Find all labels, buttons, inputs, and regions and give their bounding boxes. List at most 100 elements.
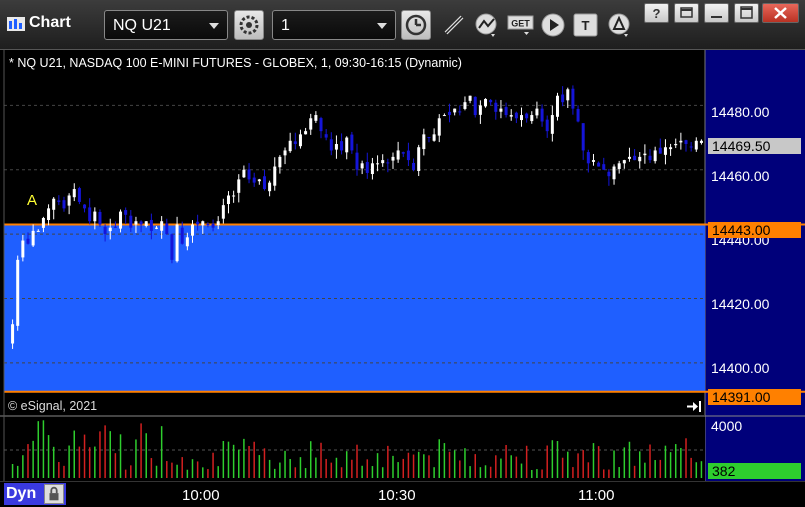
candle-body: [427, 136, 431, 138]
candle-body: [494, 102, 498, 112]
collapse-icon[interactable]: [685, 399, 703, 414]
candle-body: [627, 156, 631, 159]
candle-body: [52, 198, 56, 210]
candle-body: [370, 163, 374, 175]
candle-body: [262, 176, 266, 190]
candle-body: [412, 162, 416, 170]
candle-body: [406, 150, 410, 161]
candle-body: [221, 205, 225, 219]
candle-body: [185, 237, 189, 247]
candle-body: [643, 153, 647, 156]
candle-body: [535, 108, 539, 116]
candle-body: [607, 171, 611, 177]
symbol-value: NQ U21: [113, 17, 171, 34]
help-button[interactable]: ?: [644, 3, 669, 23]
range-band: [4, 224, 705, 392]
candle-body: [21, 240, 25, 258]
dynamic-mode-label: Dyn: [6, 485, 37, 502]
candle-body: [468, 95, 472, 101]
lower-level-tag[interactable]: 14391.00: [708, 389, 801, 405]
candle-body: [252, 177, 256, 183]
interval-selector[interactable]: 1: [272, 10, 396, 40]
draw-icon[interactable]: [440, 12, 468, 38]
svg-text:?: ?: [653, 6, 661, 21]
candle-body: [530, 115, 534, 122]
window-title: Chart: [29, 14, 71, 31]
get-icon[interactable]: GET: [507, 12, 535, 38]
candle-body: [216, 221, 220, 226]
candle-body: [432, 134, 436, 141]
candle-body: [83, 204, 87, 209]
restore-button[interactable]: [674, 3, 699, 23]
candle-body: [586, 152, 590, 164]
candle-body: [201, 221, 205, 226]
close-button[interactable]: [762, 3, 799, 23]
upper-level-tag[interactable]: 14443.00: [708, 222, 801, 238]
candle-body: [273, 166, 277, 186]
candle-body: [304, 131, 308, 135]
candle-body: [345, 137, 349, 153]
maximize-button[interactable]: [734, 3, 759, 23]
copyright-text: © eSignal, 2021: [8, 399, 98, 413]
candle-body: [268, 182, 272, 192]
candle-body: [571, 88, 575, 109]
time-template-button[interactable]: [401, 10, 431, 40]
candle-body: [576, 108, 580, 122]
candle-body: [689, 146, 693, 148]
candle-body: [334, 144, 338, 150]
candle-body: [41, 218, 45, 228]
candle-body: [293, 141, 297, 145]
chevron-down-icon: [377, 23, 387, 29]
candle-body: [139, 221, 143, 225]
candle-body: [422, 134, 426, 150]
alert-icon[interactable]: [606, 12, 634, 38]
candle-body: [555, 95, 559, 117]
restore-icon: [680, 7, 693, 18]
candle-body: [386, 162, 390, 164]
candle-body: [88, 207, 92, 222]
price-chart[interactable]: [0, 50, 805, 481]
candle-body: [581, 123, 585, 151]
candle-body: [329, 139, 333, 151]
candle-body: [561, 94, 565, 103]
chevron-down-icon: [209, 23, 219, 29]
candle-body: [165, 223, 169, 235]
settings-button[interactable]: [234, 10, 264, 40]
candle-body: [597, 162, 601, 167]
play-icon[interactable]: [540, 12, 568, 38]
chart-marker[interactable]: A: [27, 192, 37, 209]
time-axis[interactable]: 10:00 10:30 11:00: [0, 481, 805, 507]
candle-body: [648, 155, 652, 161]
study-icon[interactable]: [473, 12, 501, 38]
candle-body: [499, 108, 503, 112]
candle-body: [288, 140, 292, 152]
candle-body: [484, 98, 488, 107]
candle-body: [658, 147, 662, 154]
candle-body: [11, 324, 15, 344]
symbol-selector[interactable]: NQ U21: [104, 10, 228, 40]
candle-body: [309, 118, 313, 130]
volume-last-tag: 382: [708, 463, 801, 479]
text-tool-icon[interactable]: T: [572, 12, 600, 38]
candle-body: [509, 115, 513, 117]
candle-body: [62, 200, 66, 209]
svg-text:T: T: [582, 18, 590, 33]
candle-body: [196, 221, 200, 225]
candle-body: [170, 234, 174, 260]
candle-body: [67, 195, 71, 206]
candle-body: [663, 147, 667, 155]
candle-body: [247, 169, 251, 180]
candle-body: [514, 112, 518, 119]
minimize-button[interactable]: [704, 3, 729, 23]
candle-body: [365, 161, 369, 173]
candle-body: [108, 227, 112, 232]
volume-max-label: 4000: [711, 418, 743, 434]
candle-body: [232, 195, 236, 197]
candle-body: [550, 115, 554, 134]
candle-body: [525, 113, 529, 119]
candle-body: [314, 115, 318, 121]
lock-icon[interactable]: [44, 484, 64, 504]
price-tick-label: 14420.00: [711, 296, 770, 312]
candle-body: [617, 163, 621, 169]
candle-body: [653, 150, 657, 162]
